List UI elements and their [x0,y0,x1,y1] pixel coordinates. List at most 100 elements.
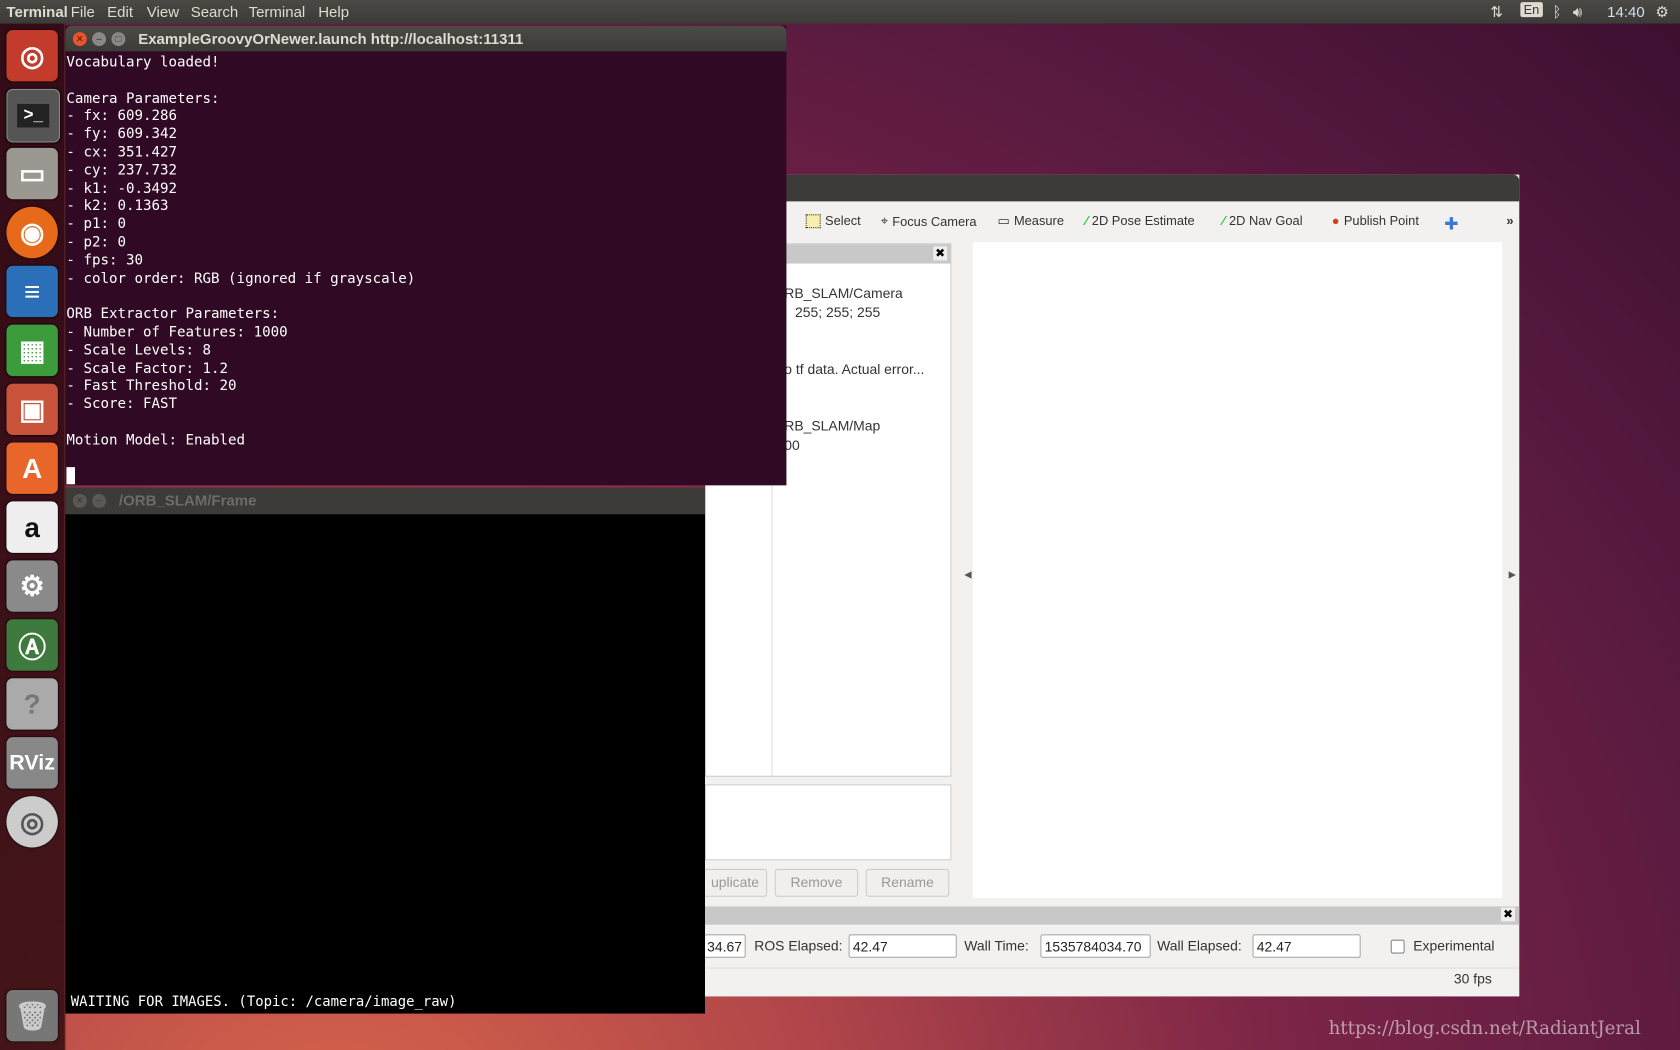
launcher: ◎ >_ ▭ ◉ ≡ ▦ ▣ A a ⚙ Ⓐ ? RViz ◎ 🗑︎ [0,23,66,1050]
terminal-cursor [66,467,76,485]
menu-view[interactable]: View [147,3,179,20]
writer-icon[interactable]: ≡ [6,265,58,318]
firefox-icon[interactable]: ◉ [6,206,58,259]
top-panel: Terminal File Edit View Search Terminal … [0,0,1680,24]
terminal-line: ORB Extractor Parameters: [66,306,280,323]
tool-label: 2D Nav Goal [1228,213,1303,229]
ros-time-field[interactable]: 34.67 [702,934,746,958]
experimental-checkbox[interactable] [1390,939,1405,954]
wall-elapsed-field[interactable]: 42.47 [1252,934,1361,958]
display-camera-topic[interactable]: RB_SLAM/Camera [784,285,902,301]
wall-elapsed-label: Wall Elapsed: [1157,937,1242,954]
watermark: https://blog.csdn.net/RadiantJeral [1328,1017,1641,1040]
calc-icon[interactable]: ▦ [6,324,58,377]
terminal-line: - cx: 351.427 [66,144,178,161]
tool-2d-pose-estimate[interactable]: ⁄ 2D Pose Estimate [1085,213,1194,228]
desktop: Terminal File Edit View Search Terminal … [0,0,1680,1050]
collapse-left-arrow[interactable]: ◀ [964,569,971,581]
close-window-icon[interactable]: ✕ [72,32,87,47]
terminal-icon[interactable]: >_ [6,88,61,143]
collapse-right-arrow[interactable]: ▶ [1509,569,1516,581]
rviz-window: Select ⌖ Focus Camera ▭ Measure ⁄ 2D Pose E… [702,174,1520,997]
close-window-icon[interactable]: ✕ [72,493,87,508]
close-icon[interactable]: ✖ [932,246,948,261]
terminal-line: - p1: 0 [66,216,126,233]
menu-search[interactable]: Search [191,3,239,20]
system-settings-icon[interactable]: ⚙ [6,560,58,612]
help-icon[interactable]: ? [6,678,58,730]
impress-icon[interactable]: ▣ [6,383,58,436]
frame-title-bar[interactable]: ✕ – /ORB_SLAM/Frame [65,487,706,515]
ros-elapsed-field[interactable]: 42.47 [848,934,957,958]
duplicate-button[interactable]: uplicate [702,868,768,897]
menu-terminal[interactable]: Terminal [249,3,306,20]
terminal-line: - color order: RGB (ignored if grayscale… [66,270,416,287]
frame-status-text: WAITING FOR IMAGES. (Topic: /camera/imag… [70,994,457,1011]
maximize-window-icon[interactable]: □ [111,32,126,47]
ubuntu-dash-icon[interactable]: ◎ [6,30,58,82]
terminal-output[interactable]: Vocabulary loaded! Camera Parameters: - f… [65,51,786,453]
terminal-line: - cy: 237.732 [66,162,178,179]
display-partial-value[interactable]: 00 [784,437,800,453]
minimize-window-icon[interactable]: – [92,32,107,47]
time-panel-header: ✖ [705,906,1520,925]
rviz-title-bar[interactable] [705,174,1520,202]
tool-label: Focus Camera [892,213,977,229]
green-arrow-icon: ⁄ [1222,213,1225,229]
toolbar-overflow-icon[interactable]: » [1506,213,1513,228]
terminal-line: - fy: 609.342 [66,126,178,143]
terminal-line: Vocabulary loaded! [66,54,220,71]
experimental-label: Experimental [1413,937,1495,954]
dvd-icon[interactable]: ◎ [6,796,58,848]
terminal-line: - p2: 0 [66,234,126,251]
select-icon [805,213,821,228]
keyboard-layout-indicator[interactable]: En [1520,2,1543,18]
tool-label: Publish Point [1343,213,1419,229]
terminal-line: - k2: 0.1363 [66,198,169,215]
software-center-icon[interactable]: A [6,442,58,494]
add-tool-plus-icon[interactable]: ✚ [1444,213,1458,234]
trash-icon[interactable]: 🗑︎ [6,990,58,1042]
crosshair-icon: ⌖ [880,213,888,229]
display-map-topic[interactable]: RB_SLAM/Map [784,418,880,434]
menu-edit[interactable]: Edit [107,3,133,20]
tool-focus-camera[interactable]: ⌖ Focus Camera [881,213,977,229]
rviz-icon[interactable]: RViz [6,737,58,789]
volume-icon[interactable]: 🔊︎ [1573,3,1582,21]
tool-select[interactable]: Select [805,213,861,228]
terminal-title-bar[interactable]: ✕ – □ ExampleGroovyOrNewer.launch http:/… [65,25,787,52]
terminal-line: - fx: 609.286 [66,108,178,125]
menu-help[interactable]: Help [318,3,349,20]
display-error-text: o tf data. Actual error... [784,361,925,378]
display-color-value[interactable]: 255; 255; 255 [795,304,880,320]
terminal-line: - Number of Features: 1000 [66,324,288,341]
power-gear-icon[interactable]: ⚙ [1655,3,1668,21]
map-pin-icon: ● [1331,213,1340,229]
render-view[interactable] [972,242,1503,898]
ros-elapsed-label: ROS Elapsed: [754,937,843,954]
bluetooth-icon[interactable]: ᛒ [1553,3,1562,20]
fps-status: 30 fps [1453,970,1492,987]
amazon-icon[interactable]: a [6,501,58,553]
files-icon[interactable]: ▭ [6,147,58,200]
tool-label: Measure [1013,213,1064,229]
terminal-line: - Score: FAST [66,396,178,413]
terminal-line: - Scale Levels: 8 [66,342,212,359]
menu-file[interactable]: File [71,3,95,20]
terminal-line: Motion Model: Enabled [66,432,246,449]
remove-button[interactable]: Remove [774,868,859,897]
tool-publish-point[interactable]: ● Publish Point [1332,213,1419,228]
close-icon[interactable]: ✖ [1500,907,1516,922]
terminal-window: ✕ – □ ExampleGroovyOrNewer.launch http:/… [65,25,787,486]
tool-2d-nav-goal[interactable]: ⁄ 2D Nav Goal [1223,213,1303,228]
terminal-line: Camera Parameters: [66,90,220,107]
wall-time-label: Wall Time: [964,937,1029,954]
wall-time-field[interactable]: 1535784034.70 [1040,934,1151,958]
tool-measure[interactable]: ▭ Measure [998,213,1064,228]
network-icon[interactable]: ⇅ [1490,3,1503,21]
minimize-window-icon[interactable]: – [92,493,107,508]
software-updater-icon[interactable]: Ⓐ [6,619,58,671]
rename-button[interactable]: Rename [865,868,950,897]
clock[interactable]: 14:40 [1607,3,1645,20]
